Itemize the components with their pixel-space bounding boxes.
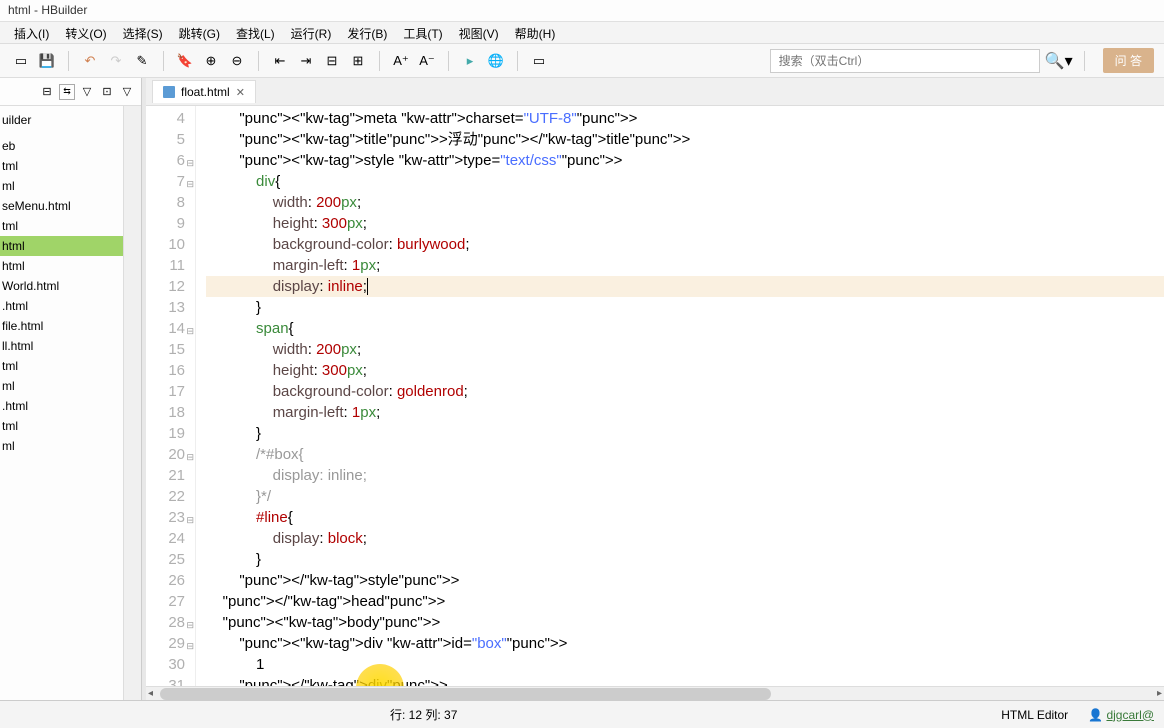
line-gutter: 456⊟7⊟891011121314⊟151617181920⊟212223⊟2… (146, 106, 196, 686)
outdent-icon[interactable]: ⊟ (321, 50, 343, 72)
code-area[interactable]: 456⊟7⊟891011121314⊟151617181920⊟212223⊟2… (146, 106, 1164, 686)
font-increase-icon[interactable]: A⁺ (390, 50, 412, 72)
horizontal-scrollbar[interactable]: ◂ ▸ (146, 686, 1164, 700)
main-area: ⊟ ⇆ ▽ ⊡ ▽ uilderebtmlmlseMenu.htmltmlhtm… (0, 78, 1164, 700)
new-file-icon[interactable]: ▭ (10, 50, 32, 72)
tree-item[interactable]: ml (0, 176, 123, 196)
title-bar: html - HBuilder (0, 0, 1164, 22)
separator (517, 51, 518, 71)
toolbar: ▭ 💾 ↶ ↷ ✎ 🔖 ⊕ ⊖ ⇤ ⇥ ⊟ ⊞ A⁺ A⁻ ▸ 🌐 ▭ 🔍▾ 问… (0, 44, 1164, 78)
separator (68, 51, 69, 71)
document-icon (163, 86, 175, 98)
scroll-right-icon[interactable]: ▸ (1157, 688, 1162, 699)
refresh-icon[interactable]: ⊡ (99, 84, 115, 100)
editor-type-label: HTML Editor (1001, 708, 1068, 722)
window-title: html - HBuilder (8, 3, 87, 17)
qa-button[interactable]: 问 答 (1103, 48, 1154, 73)
tree-item[interactable]: uilder (0, 110, 123, 130)
separator (258, 51, 259, 71)
menu-run[interactable]: 运行(R) (283, 22, 340, 43)
tree-item[interactable]: seMenu.html (0, 196, 123, 216)
sidebar-header: ⊟ ⇆ ▽ ⊡ ▽ (0, 78, 141, 106)
separator (163, 51, 164, 71)
tree-item[interactable]: tml (0, 356, 123, 376)
separator (448, 51, 449, 71)
menu-dropdown-icon[interactable]: ▽ (119, 84, 135, 100)
search-container (770, 49, 1040, 73)
tree-item[interactable]: tml (0, 156, 123, 176)
menu-help[interactable]: 帮助(H) (507, 22, 564, 43)
indent-icon[interactable]: ⊞ (347, 50, 369, 72)
file-tree[interactable]: uilderebtmlmlseMenu.htmltmlhtmlhtmlWorld… (0, 106, 123, 700)
bookmark-icon[interactable]: 🔖 (174, 50, 196, 72)
cursor-position: 行: 12 列: 37 (390, 706, 457, 723)
separator (1084, 51, 1085, 71)
tree-item[interactable]: World.html (0, 276, 123, 296)
tree-item[interactable]: file.html (0, 316, 123, 336)
tree-item[interactable]: .html (0, 296, 123, 316)
indent-left-icon[interactable]: ⇤ (269, 50, 291, 72)
font-decrease-icon[interactable]: A⁻ (416, 50, 438, 72)
remove-bookmark-icon[interactable]: ⊖ (226, 50, 248, 72)
redo-icon[interactable]: ↷ (105, 50, 127, 72)
tab-icon[interactable]: ▭ (528, 50, 550, 72)
menu-tools[interactable]: 工具(T) (395, 22, 450, 43)
close-icon[interactable]: ✕ (236, 86, 245, 99)
undo-icon[interactable]: ↶ (79, 50, 101, 72)
user-icon: 👤 (1088, 708, 1103, 722)
tree-item[interactable]: eb (0, 136, 123, 156)
user-info[interactable]: 👤 djgcarl@ (1088, 708, 1154, 722)
tree-item[interactable]: tml (0, 416, 123, 436)
menu-find[interactable]: 查找(L) (228, 22, 283, 43)
menu-jump[interactable]: 跳转(G) (171, 22, 228, 43)
add-bookmark-icon[interactable]: ⊕ (200, 50, 222, 72)
tree-item[interactable]: ml (0, 376, 123, 396)
link-icon[interactable]: ⇆ (59, 84, 75, 100)
editor-area: float.html ✕ 456⊟7⊟891011121314⊟15161718… (146, 78, 1164, 700)
tab-bar: float.html ✕ (146, 78, 1164, 106)
sidebar-scrollbar[interactable] (123, 106, 141, 700)
menu-view[interactable]: 视图(V) (451, 22, 507, 43)
user-name: djgcarl@ (1106, 708, 1154, 722)
tab-label: float.html (181, 85, 230, 99)
tree-item[interactable]: ll.html (0, 336, 123, 356)
menu-goto[interactable]: 转义(O) (57, 22, 114, 43)
tab-float-html[interactable]: float.html ✕ (152, 80, 256, 103)
scroll-left-icon[interactable]: ◂ (148, 688, 153, 699)
code-content[interactable]: "punc"><"kw-tag">meta "kw-attr">charset=… (196, 106, 1164, 686)
menu-insert[interactable]: 插入(I) (6, 22, 57, 43)
scrollbar-thumb[interactable] (160, 688, 771, 700)
tree-item[interactable]: ml (0, 436, 123, 456)
tree-item[interactable]: tml (0, 216, 123, 236)
collapse-icon[interactable]: ⊟ (39, 84, 55, 100)
menu-select[interactable]: 选择(S) (115, 22, 171, 43)
paint-icon[interactable]: ✎ (131, 50, 153, 72)
sidebar: ⊟ ⇆ ▽ ⊡ ▽ uilderebtmlmlseMenu.htmltmlhtm… (0, 78, 142, 700)
browser-preview-icon[interactable]: ▸ (459, 50, 481, 72)
menu-bar: 插入(I) 转义(O) 选择(S) 跳转(G) 查找(L) 运行(R) 发行(B… (0, 22, 1164, 44)
status-bar: 行: 12 列: 37 HTML Editor 👤 djgcarl@ (0, 700, 1164, 728)
tree-item[interactable]: html (0, 236, 123, 256)
save-icon[interactable]: 💾 (36, 50, 58, 72)
tree-item[interactable]: html (0, 256, 123, 276)
chrome-icon[interactable]: 🌐 (485, 50, 507, 72)
menu-publish[interactable]: 发行(B) (339, 22, 395, 43)
indent-right-icon[interactable]: ⇥ (295, 50, 317, 72)
search-dropdown-icon[interactable]: 🔍▾ (1044, 49, 1074, 73)
tree-item[interactable]: .html (0, 396, 123, 416)
separator (379, 51, 380, 71)
filter-icon[interactable]: ▽ (79, 84, 95, 100)
search-input[interactable] (770, 49, 1040, 73)
